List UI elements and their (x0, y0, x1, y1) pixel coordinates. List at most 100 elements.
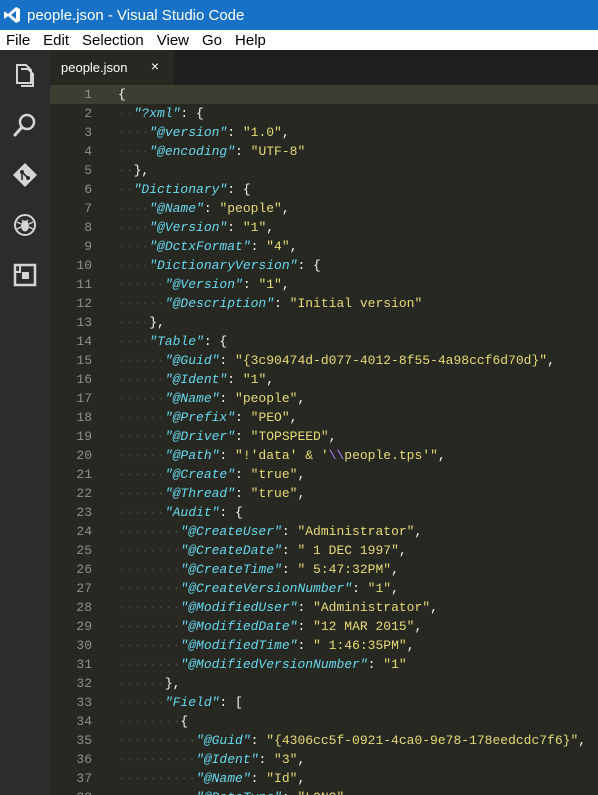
debug-button[interactable] (0, 205, 50, 245)
code-line[interactable]: 37 ··········"@Name": "Id", (50, 769, 598, 788)
code-line[interactable]: 1{ (50, 85, 598, 104)
code-line[interactable]: 36 ··········"@Ident": "3", (50, 750, 598, 769)
close-icon[interactable]: × (148, 58, 162, 74)
extensions-button[interactable] (0, 255, 50, 295)
menu-go[interactable]: Go (202, 32, 222, 49)
code-token: "Field" (164, 695, 220, 710)
code-line[interactable]: 2 ··"?xml": { (50, 104, 598, 123)
code-text: ······"@Prefix": "PEO", (118, 408, 297, 427)
code-token: "LONG" (297, 790, 344, 795)
code-token: : (227, 125, 243, 140)
code-text: ········"@ModifiedDate": "12 MAR 2015", (118, 617, 422, 636)
line-number: 10 (76, 258, 92, 273)
code-line[interactable]: 25 ········"@CreateDate": " 1 DEC 1997", (50, 541, 598, 560)
menu-file[interactable]: File (6, 32, 30, 49)
code-line[interactable]: 17 ······"@Name": "people", (50, 389, 598, 408)
source-control-button[interactable] (0, 155, 50, 195)
indent-guide: ······ (118, 695, 165, 710)
code-line[interactable]: 21 ······"@Create": "true", (50, 465, 598, 484)
search-button[interactable] (0, 105, 50, 145)
code-text: ····"@DctxFormat": "4", (118, 237, 297, 256)
code-token: "@Version" (149, 220, 228, 235)
code-token: , (430, 600, 438, 615)
line-number: 23 (76, 505, 92, 520)
code-token: , (289, 239, 298, 254)
code-token: "Dictionary" (133, 182, 228, 197)
code-line[interactable]: 19 ······"@Driver": "TOPSPEED", (50, 427, 598, 446)
code-token: : (235, 144, 251, 159)
code-text: { (118, 85, 126, 104)
code-token: "@version" (149, 125, 228, 140)
code-line[interactable]: 35 ··········"@Guid": "{4306cc5f-0921-4ca… (50, 731, 598, 750)
code-token: "12 MAR 2015" (313, 619, 415, 634)
code-token: : (297, 600, 314, 615)
code-line[interactable]: 38 ··········"@DataType": "LONG", (50, 788, 598, 795)
line-number: 17 (76, 391, 92, 406)
code-token: , (281, 277, 290, 292)
code-line[interactable]: 8 ····"@Version": "1", (50, 218, 598, 237)
code-line[interactable]: 20 ······"@Path": "!'data' & '\\people.tp… (50, 446, 598, 465)
menu-help[interactable]: Help (235, 32, 266, 49)
code-line[interactable]: 31 ········"@ModifiedVersionNumber": "1" (50, 655, 598, 674)
debug-icon (14, 214, 36, 236)
code-line[interactable]: 16 ······"@Ident": "1", (50, 370, 598, 389)
code-line[interactable]: 7 ····"@Name": "people", (50, 199, 598, 218)
code-line[interactable]: 33 ······"Field": [ (50, 693, 598, 712)
tab-bar: people.json × (50, 50, 598, 84)
code-line[interactable]: 29 ········"@ModifiedDate": "12 MAR 2015"… (50, 617, 598, 636)
line-number: 5 (84, 163, 92, 178)
code-token: "Initial version" (289, 296, 423, 311)
menu-view[interactable]: View (157, 32, 189, 49)
code-line[interactable]: 28 ········"@ModifiedUser": "Administrato… (50, 598, 598, 617)
code-line[interactable]: 30 ········"@ModifiedTime": " 1:46:35PM", (50, 636, 598, 655)
code-line[interactable]: 23 ······"Audit": { (50, 503, 598, 522)
code-line[interactable]: 22 ······"@Thread": "true", (50, 484, 598, 503)
code-token: : (250, 733, 267, 748)
code-token: "3" (274, 752, 298, 767)
code-token: "@DataType" (196, 790, 282, 795)
code-token: : (235, 486, 251, 501)
code-line[interactable]: 4 ····"@encoding": "UTF-8" (50, 142, 598, 161)
indent-guide: ·· (118, 182, 134, 197)
code-line[interactable]: 32 ······}, (50, 674, 598, 693)
menu-edit[interactable]: Edit (43, 32, 69, 49)
code-line[interactable]: 24 ········"@CreateUser": "Administrator"… (50, 522, 598, 541)
code-line[interactable]: 18 ······"@Prefix": "PEO", (50, 408, 598, 427)
code-line[interactable]: 12 ······"@Description": "Initial version… (50, 294, 598, 313)
code-line[interactable]: 14 ····"Table": { (50, 332, 598, 351)
line-number: 8 (84, 220, 92, 235)
code-line[interactable]: 5 ··}, (50, 161, 598, 180)
tab-people-json[interactable]: people.json × (50, 50, 174, 84)
line-number: 11 (76, 277, 92, 292)
code-token: "?xml" (133, 106, 181, 121)
code-line[interactable]: 6 ··"Dictionary": { (50, 180, 598, 199)
code-text: ··········"@Name": "Id", (118, 769, 305, 788)
code-line[interactable]: 3 ····"@version": "1.0", (50, 123, 598, 142)
code-line[interactable]: 26 ········"@CreateTime": " 5:47:32PM", (50, 560, 598, 579)
vscode-logo-icon (4, 7, 20, 23)
code-line[interactable]: 15 ······"@Guid": "{3c90474d-d077-4012-8f… (50, 351, 598, 370)
indent-guide: ········ (118, 657, 181, 672)
explorer-button[interactable] (0, 55, 50, 95)
indent-guide: ······ (118, 486, 165, 501)
code-line[interactable]: 10 ····"DictionaryVersion": { (50, 256, 598, 275)
code-line[interactable]: 9 ····"@DctxFormat": "4", (50, 237, 598, 256)
line-number: 4 (84, 144, 92, 159)
code-editor[interactable]: 1{2 ··"?xml": {3 ····"@version": "1.0", 4 ··… (50, 84, 598, 795)
line-number: 25 (76, 543, 92, 558)
code-token: "Table" (149, 334, 204, 349)
code-line[interactable]: 13 ····}, (50, 313, 598, 332)
menu-selection[interactable]: Selection (82, 32, 144, 49)
indent-guide: ···· (118, 334, 150, 349)
indent-guide: ······ (118, 467, 165, 482)
code-line[interactable]: 11 ······"@Version": "1", (50, 275, 598, 294)
code-token: "@Guid" (164, 353, 220, 368)
line-number: 1 (84, 87, 92, 102)
line-number: 24 (76, 524, 92, 539)
code-line[interactable]: 34 ········{ (50, 712, 598, 731)
code-line[interactable]: 27 ········"@CreateVersionNumber": "1", (50, 579, 598, 598)
line-number: 9 (84, 239, 92, 254)
code-text: ······"@Version": "1", (118, 275, 290, 294)
line-number: 26 (76, 562, 92, 577)
indent-guide: ·········· (118, 790, 196, 795)
